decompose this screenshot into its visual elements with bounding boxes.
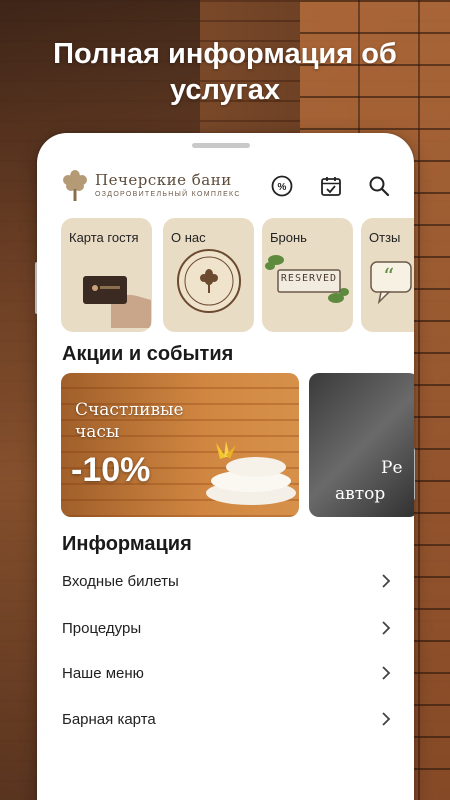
tile-about[interactable]: О нас: [163, 218, 254, 332]
phone-notch: [192, 143, 250, 148]
phone-screen: Печерские бани ОЗДОРОВИТЕЛЬНЫЙ КОМПЛЕКС …: [37, 133, 414, 800]
tile-label: Карта гостя: [69, 230, 139, 245]
promo-banner-2[interactable]: Ре автор: [309, 373, 414, 517]
calendar-check-icon[interactable]: [318, 173, 344, 199]
towels-image: [206, 441, 296, 505]
promo-section-title: Акции и события: [62, 343, 234, 365]
tile-label: Бронь: [270, 230, 307, 245]
tile-label: Отзы: [369, 230, 401, 245]
info-item-label: Входные билеты: [62, 572, 179, 590]
app-header: Печерские бани ОЗДОРОВИТЕЛЬНЫЙ КОМПЛЕКС …: [37, 161, 414, 213]
info-item-menu[interactable]: Наше меню: [62, 653, 392, 693]
info-item-bar[interactable]: Барная карта: [62, 699, 392, 739]
info-item-label: Барная карта: [62, 710, 156, 728]
info-item-label: Наше меню: [62, 664, 144, 682]
info-item-tickets[interactable]: Входные билеты: [62, 561, 392, 601]
promo-carousel[interactable]: Счастливые часы -10% Ре автор: [61, 373, 414, 517]
promo-headline: Полная информация об услугах: [53, 38, 397, 106]
tile-label: О нас: [171, 230, 206, 245]
svg-text:%: %: [278, 182, 287, 193]
discount-icon[interactable]: %: [269, 173, 295, 199]
guest-card-icon: [83, 276, 151, 328]
birch-broom-icon: [63, 170, 87, 201]
info-item-label: Процедуры: [62, 619, 142, 637]
brand-name: Печерские бани: [95, 171, 232, 189]
chevron-right-icon: [382, 712, 391, 726]
chevron-right-icon: [382, 666, 391, 680]
reserved-sign-text: RESERVED: [280, 273, 338, 284]
tile-reviews[interactable]: Отзы “: [361, 218, 414, 332]
chevron-right-icon: [382, 574, 391, 588]
chevron-right-icon: [382, 621, 391, 635]
tile-guest-card[interactable]: Карта гостя: [61, 218, 152, 332]
banner-text: Ре автор: [335, 458, 403, 504]
info-item-procedures[interactable]: Процедуры: [62, 608, 392, 648]
brand-logo[interactable]: Печерские бани ОЗДОРОВИТЕЛЬНЫЙ КОМПЛЕКС: [59, 167, 241, 203]
banner-discount: -10%: [71, 451, 151, 489]
tile-booking[interactable]: Бронь RESERVED: [262, 218, 353, 332]
info-section-title: Информация: [62, 533, 192, 555]
banner-text: Счастливые часы: [75, 400, 184, 442]
search-icon[interactable]: [366, 173, 392, 199]
promo-banner-happy-hours[interactable]: Счастливые часы -10%: [61, 373, 299, 517]
quick-actions-carousel[interactable]: Карта гостя О нас Бронь RESERVED Отзы “: [61, 218, 414, 333]
brand-tagline: ОЗДОРОВИТЕЛЬНЫЙ КОМПЛЕКС: [95, 191, 241, 198]
stamp-logo-icon: [177, 249, 241, 313]
svg-text:“: “: [383, 265, 394, 290]
quote-icon: “: [370, 261, 412, 305]
